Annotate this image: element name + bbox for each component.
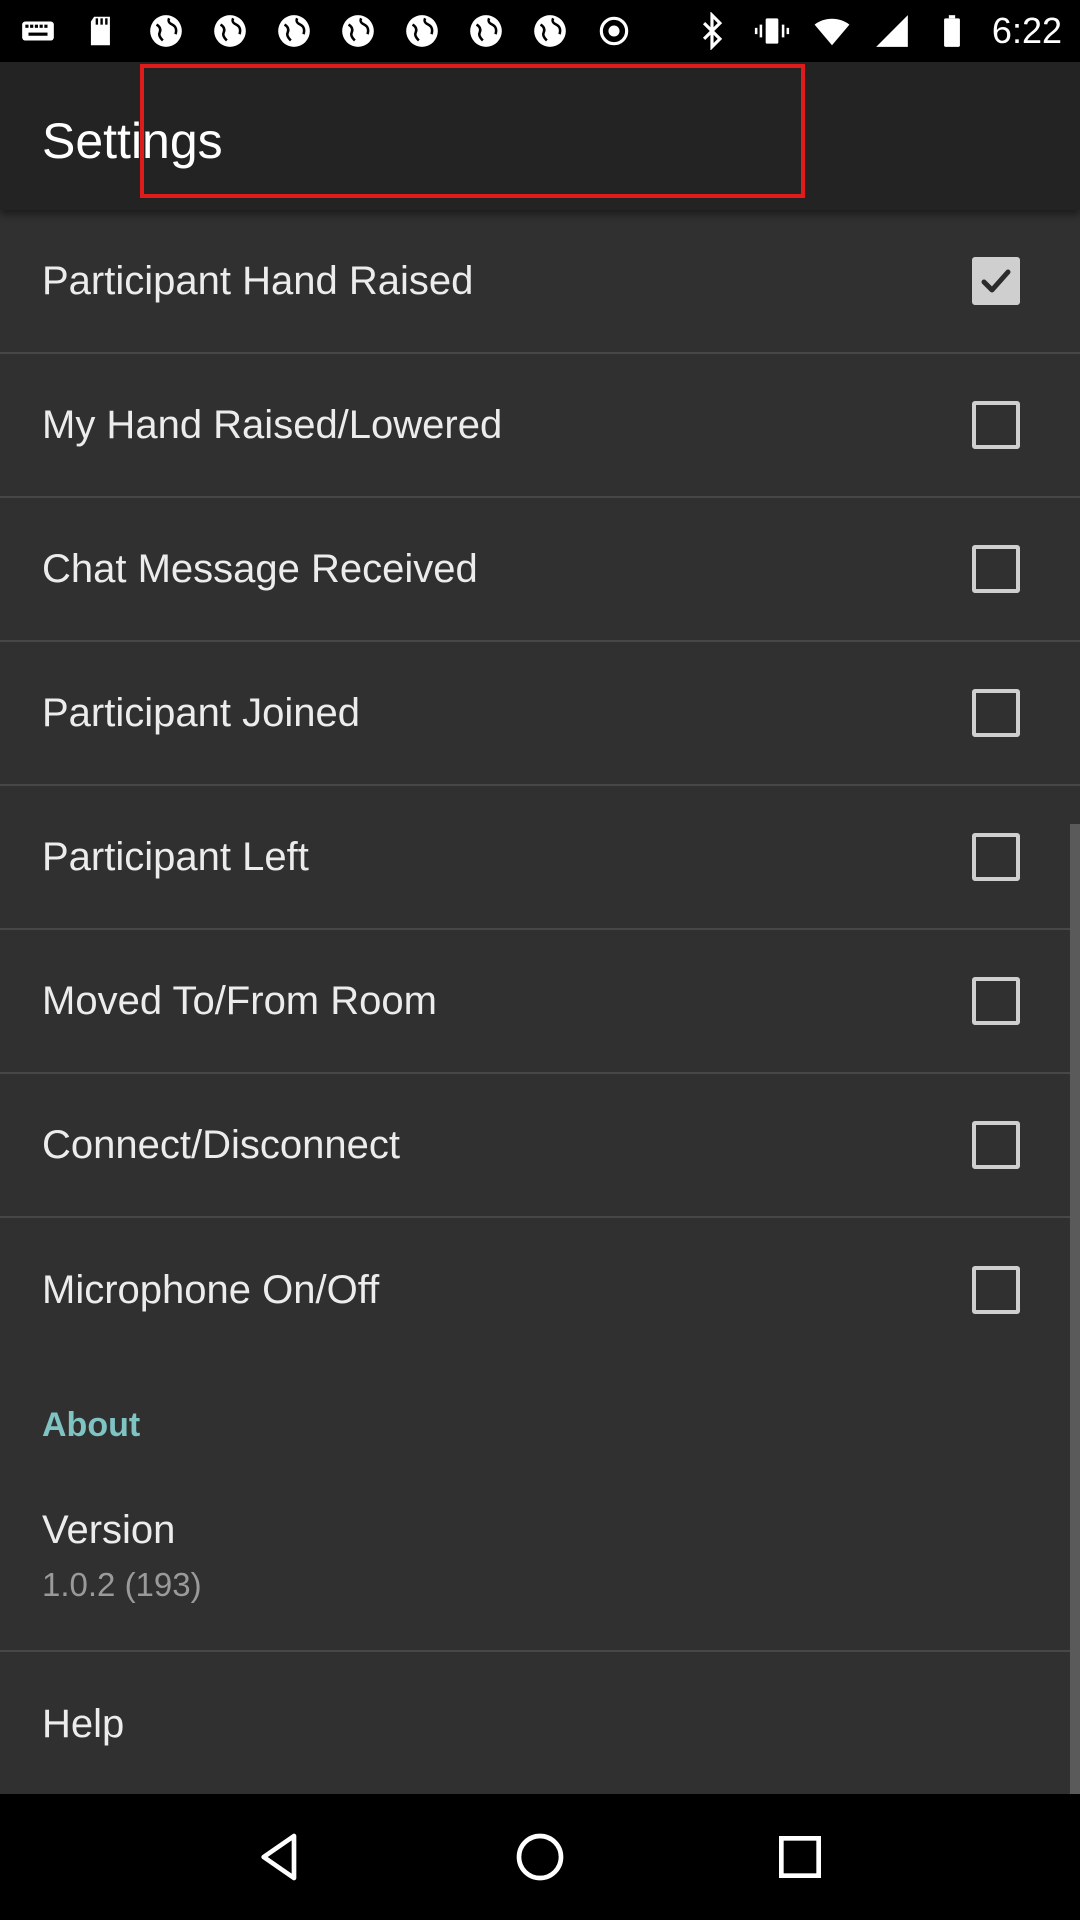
status-right-icons: 6:22 (692, 10, 1062, 52)
checkmark-icon (981, 269, 1011, 293)
checkbox-unchecked[interactable] (972, 1121, 1020, 1169)
home-icon (516, 1833, 564, 1881)
globe-icon (146, 11, 186, 51)
status-left-icons (18, 11, 634, 51)
signal-icon (872, 11, 912, 51)
home-button[interactable] (500, 1817, 580, 1897)
vibrate-icon (752, 11, 792, 51)
version-title: Version (42, 1508, 176, 1552)
setting-label: Participant Left (42, 834, 309, 879)
setting-row-participant-left[interactable]: Participant Left (0, 786, 1080, 930)
recents-icon (779, 1836, 821, 1878)
setting-row-microphone-on-off[interactable]: Microphone On/Off (0, 1218, 1080, 1362)
status-bar: 6:22 (0, 0, 1080, 62)
help-label: Help (42, 1702, 125, 1746)
checkbox-unchecked[interactable] (972, 689, 1020, 737)
setting-row-connect-disconnect[interactable]: Connect/Disconnect (0, 1074, 1080, 1218)
checkbox-unchecked[interactable] (972, 1266, 1020, 1314)
setting-row-participant-hand-raised[interactable]: Participant Hand Raised (0, 210, 1080, 354)
keyboard-icon (18, 11, 58, 51)
checkbox-unchecked[interactable] (972, 545, 1020, 593)
record-icon (594, 11, 634, 51)
setting-row-my-hand-raised-lowered[interactable]: My Hand Raised/Lowered (0, 354, 1080, 498)
setting-row-moved-to-from-room[interactable]: Moved To/From Room (0, 930, 1080, 1074)
setting-label: My Hand Raised/Lowered (42, 402, 503, 447)
setting-label: Connect/Disconnect (42, 1122, 400, 1167)
sd-card-icon (82, 11, 122, 51)
setting-label: Microphone On/Off (42, 1267, 380, 1312)
checkbox-unchecked[interactable] (972, 977, 1020, 1025)
wifi-icon (812, 11, 852, 51)
back-button[interactable] (240, 1817, 320, 1897)
setting-label: Moved To/From Room (42, 978, 437, 1023)
globe-icon (274, 11, 314, 51)
version-item[interactable]: Version 1.0.2 (193) (0, 1460, 1080, 1652)
setting-row-chat-message-received[interactable]: Chat Message Received (0, 498, 1080, 642)
setting-label: Chat Message Received (42, 546, 478, 591)
globe-icon (210, 11, 250, 51)
settings-list: Participant Hand Raised My Hand Raised/L… (0, 210, 1080, 1794)
globe-icon (530, 11, 570, 51)
battery-icon (932, 11, 972, 51)
section-header-about: About (42, 1406, 141, 1444)
bluetooth-icon (692, 11, 732, 51)
setting-row-participant-joined[interactable]: Participant Joined (0, 642, 1080, 786)
status-time: 6:22 (991, 10, 1062, 51)
checkbox-unchecked[interactable] (972, 833, 1020, 881)
setting-label: Participant Joined (42, 690, 360, 735)
navigation-bar (0, 1794, 1080, 1920)
globe-icon (466, 11, 506, 51)
setting-label: Participant Hand Raised (42, 258, 474, 303)
back-icon (261, 1833, 297, 1881)
version-value: 1.0.2 (193) (42, 1566, 202, 1603)
checkbox-unchecked[interactable] (972, 401, 1020, 449)
globe-icon (402, 11, 442, 51)
scrollbar[interactable] (1070, 824, 1080, 1794)
help-item[interactable]: Help (0, 1652, 1080, 1794)
recents-button[interactable] (760, 1817, 840, 1897)
globe-icon (338, 11, 378, 51)
highlight-box (140, 64, 805, 198)
checkbox-checked[interactable] (972, 257, 1020, 305)
